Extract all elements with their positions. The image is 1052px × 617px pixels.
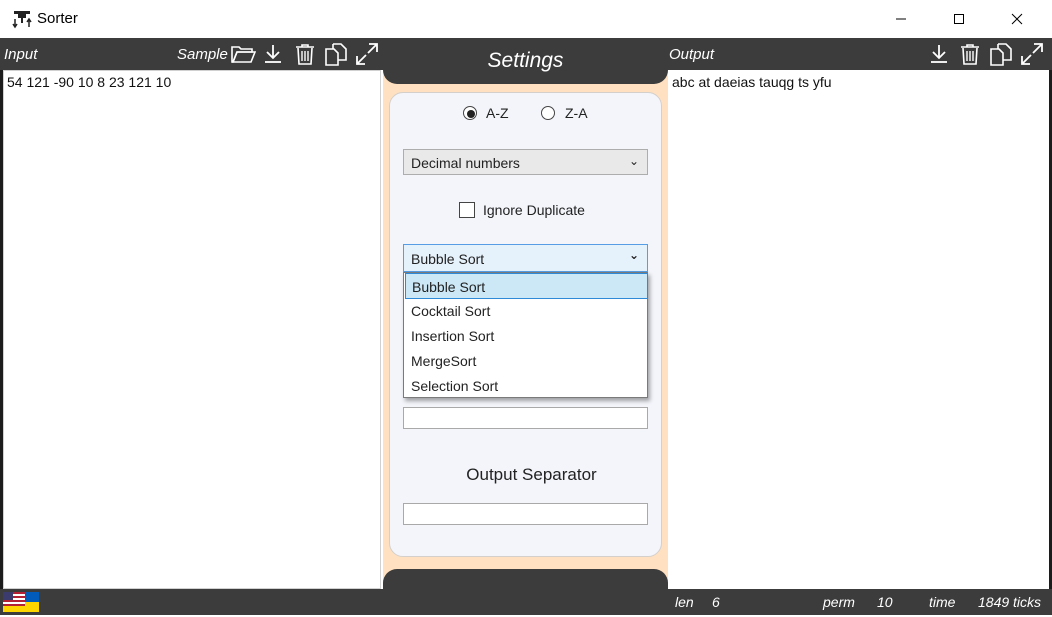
- input-label: Input: [4, 46, 38, 63]
- status-bar: [0, 589, 1052, 615]
- radio-za[interactable]: [541, 106, 555, 120]
- number-type-select[interactable]: Decimal numbers ⌄: [403, 149, 648, 175]
- radio-az[interactable]: [463, 106, 477, 120]
- algorithm-dropdown-list: Bubble Sort Cocktail Sort Insertion Sort…: [403, 272, 648, 398]
- algorithm-option[interactable]: Cocktail Sort: [405, 298, 646, 322]
- radio-za-label[interactable]: Z-A: [565, 105, 588, 121]
- len-value: 6: [712, 594, 720, 610]
- separator-input[interactable]: [403, 407, 648, 429]
- chevron-down-icon: ⌄: [628, 154, 639, 168]
- maximize-icon: [954, 14, 964, 24]
- algorithm-option[interactable]: Bubble Sort: [405, 273, 648, 299]
- app-icon: [12, 9, 32, 29]
- minimize-button[interactable]: [878, 0, 924, 38]
- expand-icon[interactable]: [353, 40, 381, 68]
- algorithm-option[interactable]: MergeSort: [405, 348, 646, 372]
- perm-value: 10: [877, 594, 893, 610]
- output-label: Output: [669, 46, 715, 63]
- trash-icon[interactable]: [956, 40, 984, 68]
- perm-label: perm: [823, 594, 855, 610]
- ignore-duplicate-label[interactable]: Ignore Duplicate: [483, 202, 585, 218]
- maximize-button[interactable]: [936, 0, 982, 38]
- algorithm-select[interactable]: Bubble Sort ⌄: [403, 244, 648, 272]
- output-text: abc at daeias tauqg ts yfu: [672, 74, 832, 90]
- expand-icon[interactable]: [1018, 40, 1046, 68]
- output-separator-input[interactable]: [403, 503, 648, 525]
- close-icon: [1011, 13, 1023, 25]
- input-textarea[interactable]: [3, 70, 381, 589]
- algorithm-value: Bubble Sort: [411, 251, 485, 267]
- algorithm-option[interactable]: Selection Sort: [405, 373, 646, 397]
- open-folder-icon[interactable]: [229, 40, 257, 68]
- sample-button[interactable]: Sample: [177, 46, 228, 63]
- input-text: 54 121 -90 10 8 23 121 10: [7, 74, 172, 90]
- copy-icon[interactable]: [322, 40, 350, 68]
- copy-icon[interactable]: [987, 40, 1015, 68]
- trash-icon[interactable]: [291, 40, 319, 68]
- algorithm-option[interactable]: Insertion Sort: [405, 323, 646, 347]
- len-label: len: [675, 594, 694, 610]
- download-icon[interactable]: [259, 40, 287, 68]
- number-type-value: Decimal numbers: [411, 155, 520, 171]
- language-flag-icon[interactable]: [3, 592, 39, 612]
- time-value: 1849 ticks: [978, 594, 1042, 610]
- close-button[interactable]: [994, 0, 1040, 38]
- settings-footer: [383, 569, 668, 589]
- settings-title: Settings: [487, 49, 564, 72]
- output-separator-label: Output Separator: [466, 465, 597, 484]
- radio-az-label[interactable]: A-Z: [486, 105, 509, 121]
- minimize-icon: [896, 18, 906, 20]
- time-label: time: [929, 594, 956, 610]
- ignore-duplicate-checkbox[interactable]: [459, 202, 475, 218]
- window-title: Sorter: [37, 10, 78, 27]
- output-textarea[interactable]: [668, 70, 1049, 589]
- download-icon[interactable]: [925, 40, 953, 68]
- chevron-down-icon: ⌄: [628, 248, 639, 262]
